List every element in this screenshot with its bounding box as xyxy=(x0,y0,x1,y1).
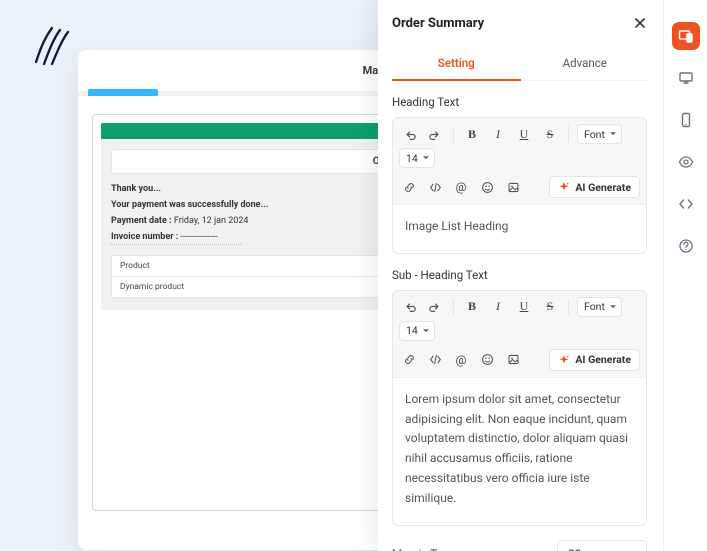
strike-button[interactable]: S xyxy=(540,297,560,317)
link-icon xyxy=(403,181,416,194)
margin-top-input[interactable] xyxy=(557,540,647,551)
italic-button[interactable]: I xyxy=(488,124,508,144)
undo-icon xyxy=(403,128,416,141)
italic-button[interactable]: I xyxy=(488,297,508,317)
undo-icon xyxy=(403,300,416,313)
mobile-button[interactable] xyxy=(672,106,700,134)
heading-editor: B I U S Font 14 @ AI Genera xyxy=(392,117,647,254)
sparkle-icon xyxy=(558,181,570,193)
subheading-section-label: Sub - Heading Text xyxy=(392,268,647,282)
eye-icon xyxy=(678,154,694,170)
heading-text-input[interactable]: Image List Heading xyxy=(393,205,646,253)
sparkle-icon xyxy=(558,354,570,366)
panel-title: Order Summary xyxy=(392,16,484,31)
emoji-icon xyxy=(481,181,494,194)
margin-top-label: Margin Top xyxy=(392,547,450,551)
code-icon xyxy=(429,353,442,366)
responsive-button[interactable] xyxy=(672,22,700,50)
mention-button[interactable]: @ xyxy=(451,177,471,197)
underline-button[interactable]: U xyxy=(514,124,534,144)
image-button[interactable] xyxy=(503,177,523,197)
emoji-button[interactable] xyxy=(477,177,497,197)
desktop-icon xyxy=(678,70,694,86)
emoji-button[interactable] xyxy=(477,350,497,370)
font-size-select[interactable]: 14 xyxy=(399,321,435,341)
code-button[interactable] xyxy=(425,350,445,370)
settings-panel: Order Summary Setting Advance Heading Te… xyxy=(378,0,707,551)
code-view-button[interactable] xyxy=(672,190,700,218)
devices-icon xyxy=(678,28,694,44)
bold-button[interactable]: B xyxy=(462,297,482,317)
ai-generate-button[interactable]: AI Generate xyxy=(549,176,640,198)
emoji-icon xyxy=(481,353,494,366)
undo-button[interactable] xyxy=(399,124,419,144)
heading-toolbar: B I U S Font 14 @ AI Genera xyxy=(393,118,646,205)
ai-generate-button[interactable]: AI Generate xyxy=(549,349,640,371)
device-rail xyxy=(663,0,707,551)
bold-button[interactable]: B xyxy=(462,124,482,144)
code-icon xyxy=(429,181,442,194)
font-select[interactable]: Font xyxy=(577,297,622,317)
link-icon xyxy=(403,353,416,366)
image-icon xyxy=(507,181,520,194)
font-size-select[interactable]: 14 xyxy=(399,148,435,168)
close-button[interactable] xyxy=(631,14,649,32)
font-select[interactable]: Font xyxy=(577,124,622,144)
tab-setting[interactable]: Setting xyxy=(392,48,521,80)
image-icon xyxy=(507,353,520,366)
code-button[interactable] xyxy=(425,177,445,197)
preview-button[interactable] xyxy=(672,148,700,176)
redo-icon xyxy=(429,128,442,141)
mobile-icon xyxy=(679,112,693,128)
redo-button[interactable] xyxy=(425,124,445,144)
code-brackets-icon xyxy=(678,196,694,212)
undo-button[interactable] xyxy=(399,297,419,317)
close-icon xyxy=(633,16,647,30)
heading-section-label: Heading Text xyxy=(392,95,647,109)
link-button[interactable] xyxy=(399,177,419,197)
subheading-toolbar: B I U S Font 14 @ AI Generate xyxy=(393,291,646,378)
subheading-editor: B I U S Font 14 @ AI Generate xyxy=(392,290,647,526)
redo-button[interactable] xyxy=(425,297,445,317)
mention-button[interactable]: @ xyxy=(451,350,471,370)
panel-tabs: Setting Advance xyxy=(392,48,649,81)
help-icon xyxy=(678,238,694,254)
tab-advance[interactable]: Advance xyxy=(521,48,650,80)
subheading-text-input[interactable]: Lorem ipsum dolor sit amet, consectetur … xyxy=(393,378,646,525)
link-button[interactable] xyxy=(399,350,419,370)
redo-icon xyxy=(429,300,442,313)
decor-strokes-left xyxy=(30,24,72,66)
canvas-active-tab[interactable] xyxy=(88,89,158,96)
strike-button[interactable]: S xyxy=(540,124,560,144)
help-button[interactable] xyxy=(672,232,700,260)
desktop-button[interactable] xyxy=(672,64,700,92)
image-button[interactable] xyxy=(503,350,523,370)
underline-button[interactable]: U xyxy=(514,297,534,317)
